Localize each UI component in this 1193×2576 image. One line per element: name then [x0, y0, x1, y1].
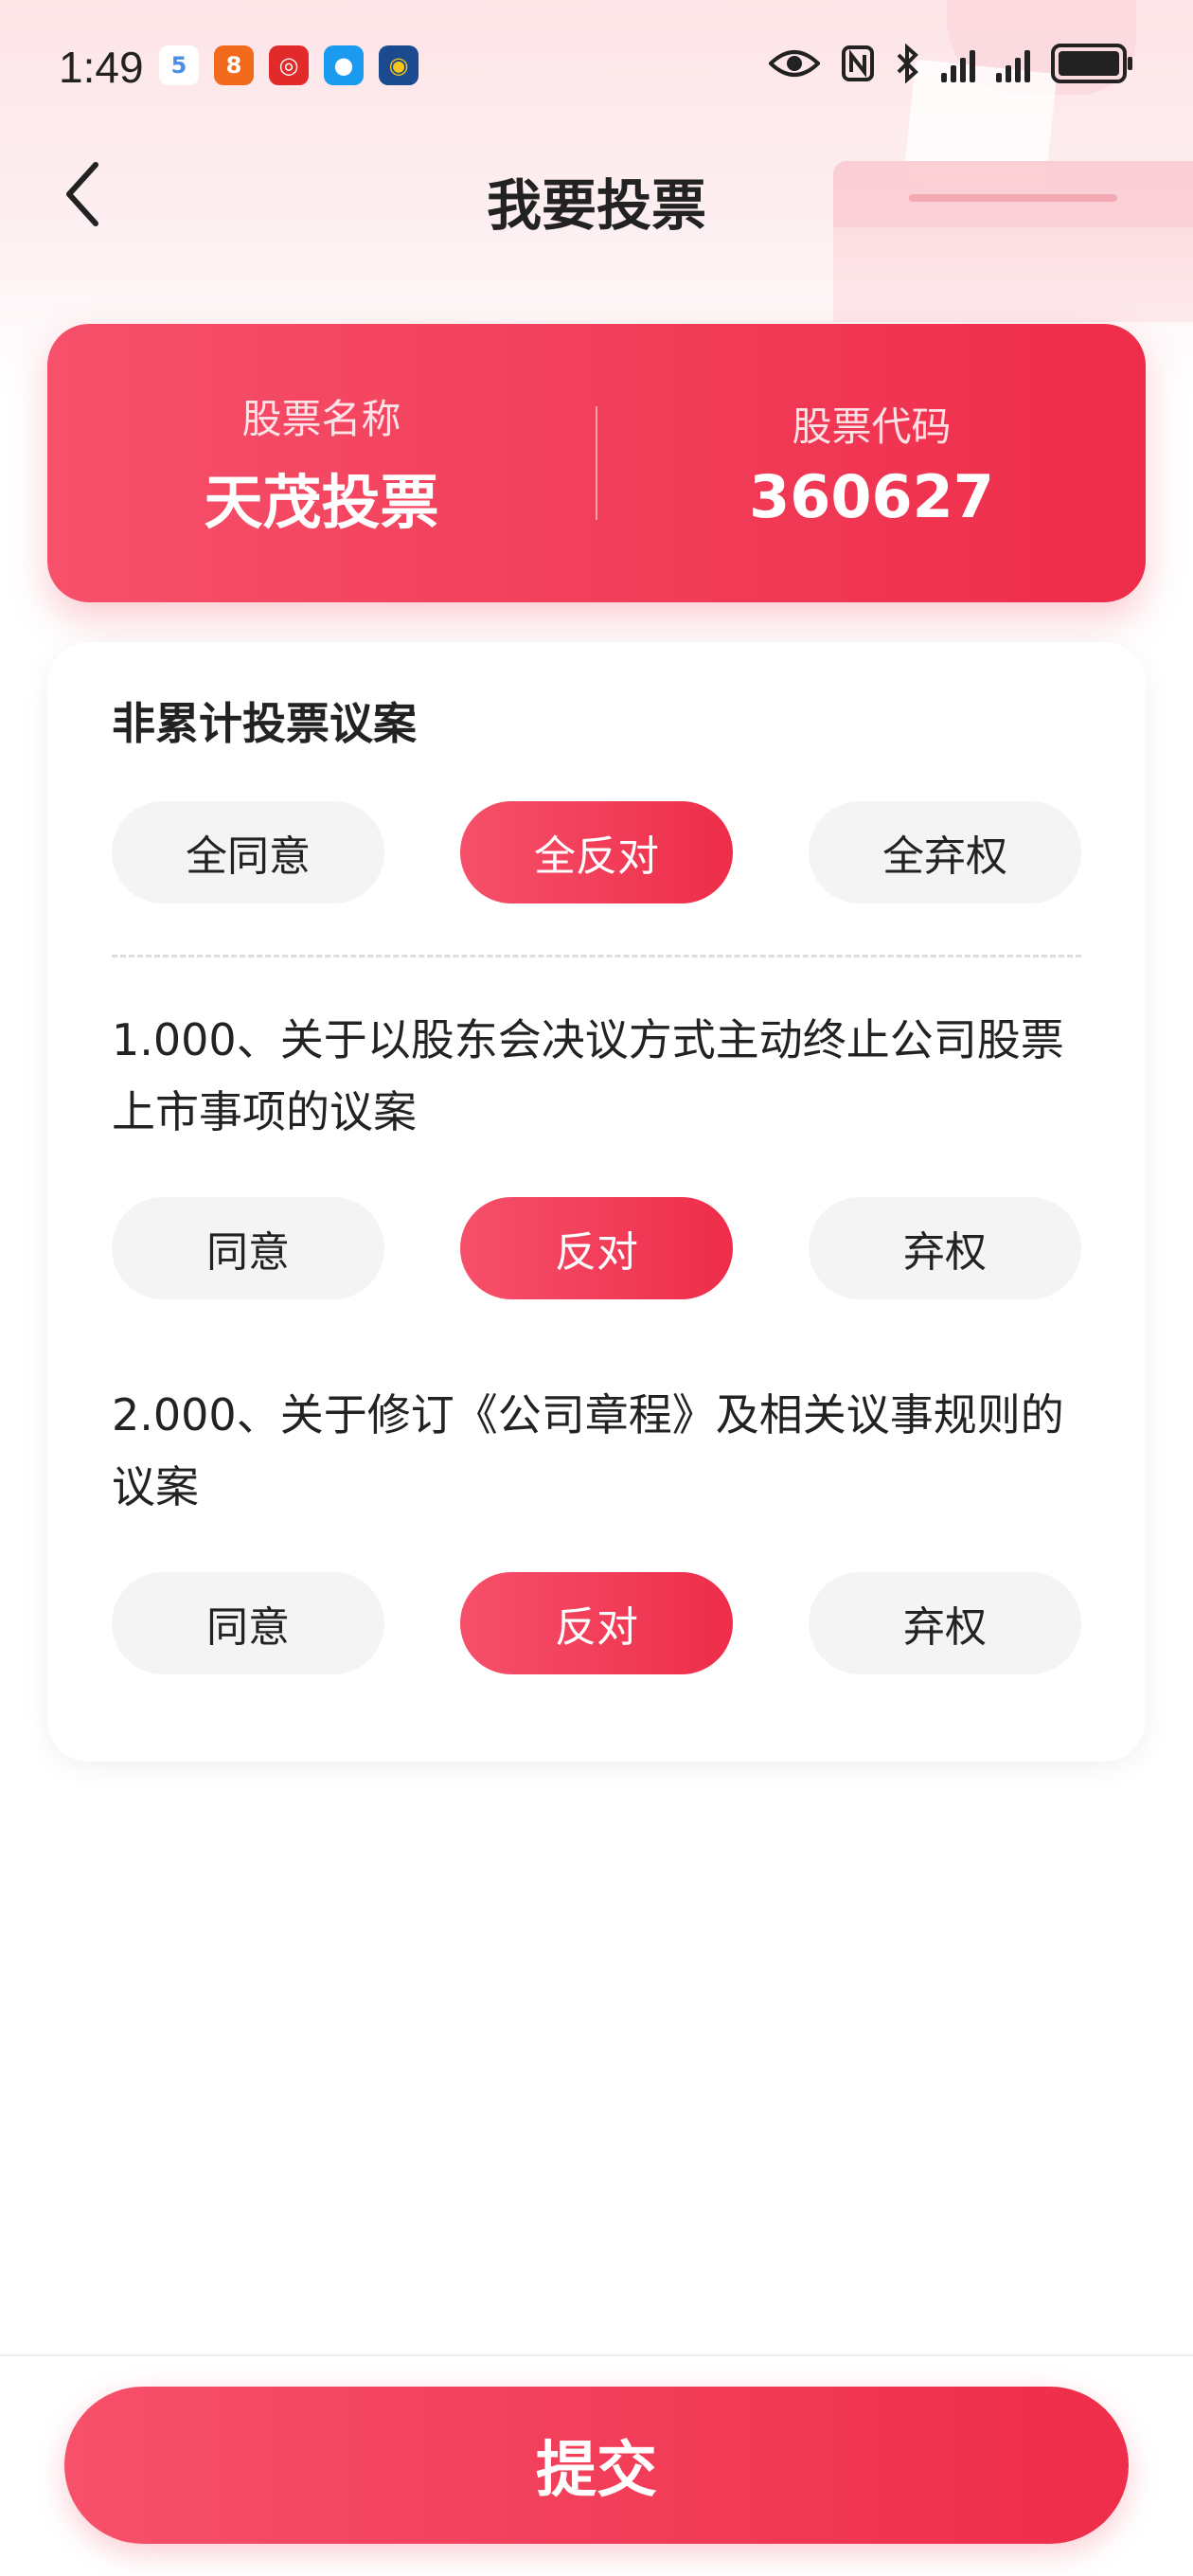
all-agree-button[interactable]: 全同意: [112, 801, 384, 903]
bottom-divider: [0, 2354, 1193, 2356]
all-vote-buttons: 全同意 全反对 全弃权: [112, 801, 1081, 903]
signal-1-icon: [941, 45, 975, 82]
all-abstain-button[interactable]: 全弃权: [809, 801, 1081, 903]
eye-icon: [769, 50, 820, 77]
proposal-2-text: 2.000、关于修订《公司章程》及相关议事规则的议案: [112, 1389, 1064, 1512]
proposal-2-buttons: 同意 反对 弃权: [112, 1572, 1081, 1674]
proposal-1-text: 1.000、关于以股东会决议方式主动终止公司股票上市事项的议案: [112, 1014, 1064, 1137]
notification-app-icons: 5 8 ◎ ● ◉: [159, 45, 418, 85]
proposal-1-buttons: 同意 反对 弃权: [112, 1197, 1081, 1299]
proposal-2-abstain-button[interactable]: 弃权: [809, 1572, 1081, 1674]
stock-code-label: 股票代码: [792, 403, 952, 450]
proposal-1-abstain-button[interactable]: 弃权: [809, 1197, 1081, 1299]
stock-name-label: 股票名称: [241, 395, 401, 442]
battery-icon: [1051, 44, 1132, 83]
nfc-icon: [842, 45, 874, 81]
proposal-1-oppose-button[interactable]: 反对: [460, 1197, 733, 1299]
all-oppose-button[interactable]: 全反对: [460, 801, 733, 903]
header: 我要投票: [0, 142, 1193, 246]
app-5-icon: 5: [159, 45, 199, 85]
proposal-1-agree-button[interactable]: 同意: [112, 1197, 384, 1299]
vote-card: 非累计投票议案 全同意 全反对 全弃权 1.000、关于以股东会决议方式主动终止…: [47, 642, 1146, 1762]
status-bar: 1:49 5 8 ◎ ● ◉: [0, 0, 1193, 133]
bluetooth-icon: [897, 44, 918, 83]
stock-code-column: 股票代码 360627: [597, 395, 1146, 531]
proposal-2-agree-button[interactable]: 同意: [112, 1572, 384, 1674]
stock-code-value: 360627: [749, 462, 994, 531]
signal-2-icon: [996, 45, 1030, 82]
submit-button[interactable]: 提交: [64, 2387, 1129, 2544]
stock-name-value: 天茂投票: [204, 467, 439, 537]
status-time: 1:49: [59, 43, 144, 92]
app-chat-icon: ●: [324, 45, 364, 85]
app-circle-icon: ◉: [379, 45, 418, 85]
app-red-icon: ◎: [269, 45, 309, 85]
stock-name-column: 股票名称 天茂投票: [47, 387, 596, 540]
proposal-2-oppose-button[interactable]: 反对: [460, 1572, 733, 1674]
stock-info-card: 股票名称 天茂投票 股票代码 360627: [47, 324, 1146, 602]
app-orange-icon: 8: [214, 45, 254, 85]
section-divider: [112, 955, 1081, 957]
page-title: 我要投票: [486, 173, 706, 238]
status-right-icons: [769, 44, 1132, 83]
section-title: 非累计投票议案: [112, 698, 417, 749]
